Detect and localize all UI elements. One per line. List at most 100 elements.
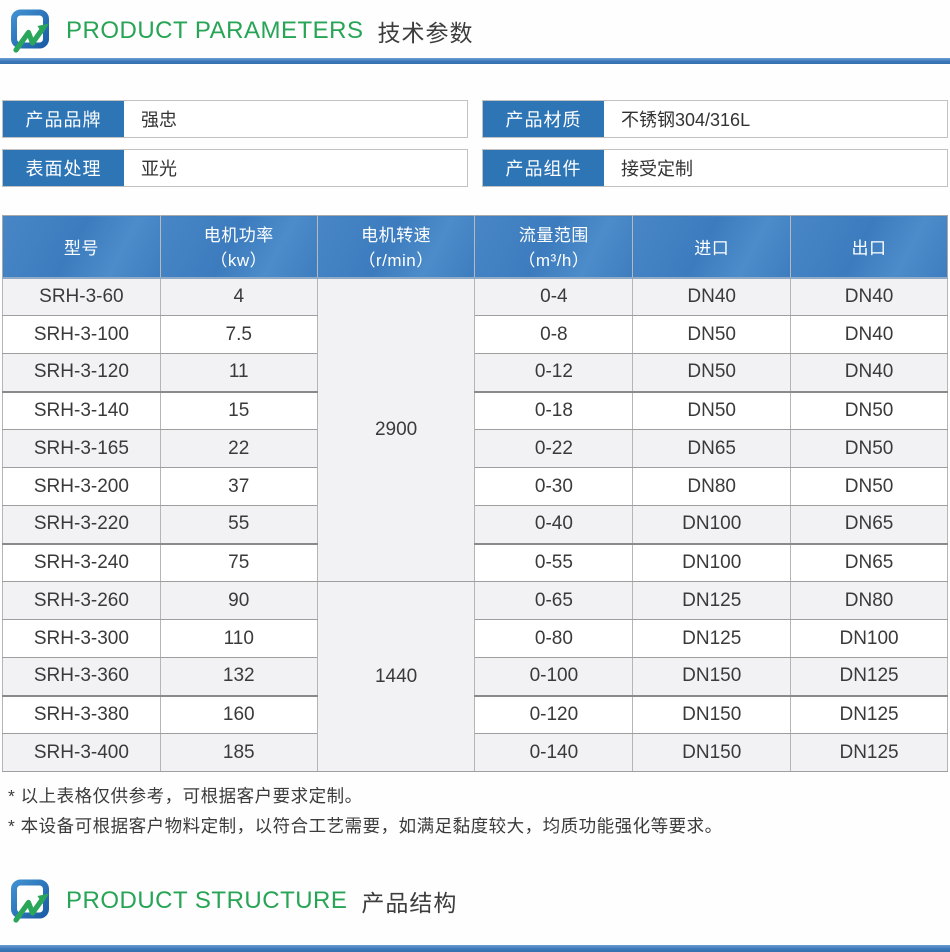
cell-outlet: DN80: [791, 582, 948, 620]
cell-inlet: DN50: [633, 316, 791, 354]
cell-power: 22: [160, 430, 317, 468]
param-box-component: 产品组件 接受定制: [482, 149, 948, 187]
footnote: * 本设备可根据客户物料定制，以符合工艺需要，如满足黏度较大，均质功能强化等要求…: [8, 811, 950, 841]
cell-speed: 1440: [317, 582, 475, 772]
table-row: SRH-3-3801600-120DN150DN125: [3, 696, 948, 734]
table-row: SRH-3-140150-18DN50DN50: [3, 392, 948, 430]
param-value: 强忠: [124, 101, 467, 137]
cell-inlet: DN65: [633, 430, 791, 468]
page: PRODUCT PARAMETERS 技术参数 产品品牌 强忠 产品材质 不锈钢…: [0, 0, 950, 952]
footnotes: * 以上表格仅供参考，可根据客户要求定制。 * 本设备可根据客户物料定制，以符合…: [8, 781, 950, 841]
spec-table-head: 型号电机功率（kw）电机转速（r/min）流量范围（m³/h）进口出口: [3, 216, 948, 278]
cell-flow: 0-40: [475, 506, 633, 544]
cell-flow: 0-8: [475, 316, 633, 354]
param-label: 产品组件: [483, 150, 604, 186]
section-title-cn: 产品结构: [361, 884, 457, 918]
cell-model: SRH-3-220: [3, 506, 161, 544]
cell-power: 110: [160, 620, 317, 658]
cell-outlet: DN125: [791, 696, 948, 734]
cell-flow: 0-140: [475, 734, 633, 772]
cell-inlet: DN125: [633, 582, 791, 620]
cell-model: SRH-3-400: [3, 734, 161, 772]
section-title-en: PRODUCT STRUCTURE: [66, 887, 347, 915]
cell-inlet: DN40: [633, 278, 791, 316]
cell-inlet: DN150: [633, 734, 791, 772]
param-value: 亚光: [124, 150, 467, 186]
table-row: SRH-3-16522 0-22DN65DN50: [3, 430, 948, 468]
table-row: SRH-3-60429000-4DN40DN40: [3, 278, 948, 316]
cell-flow: 0-30: [475, 468, 633, 506]
param-grid: 产品品牌 强忠 产品材质 不锈钢304/316L 表面处理 亚光 产品组件 接受…: [2, 100, 948, 187]
column-header: 出口: [791, 216, 948, 278]
section-header-structure: PRODUCT STRUCTURE 产品结构: [0, 870, 950, 924]
cell-outlet: DN100: [791, 620, 948, 658]
cell-model: SRH-3-120: [3, 354, 161, 392]
cell-outlet: DN50: [791, 430, 948, 468]
cell-inlet: DN50: [633, 354, 791, 392]
cell-flow: 0-120: [475, 696, 633, 734]
cell-model: SRH-3-380: [3, 696, 161, 734]
param-value: 接受定制: [604, 150, 947, 186]
cell-outlet: DN65: [791, 544, 948, 582]
table-row: SRH-3-24075 0-55DN100DN65: [3, 544, 948, 582]
cell-flow: 0-65: [475, 582, 633, 620]
table-row: SRH-3-200370-30DN80DN50: [3, 468, 948, 506]
cell-outlet: DN125: [791, 658, 948, 696]
cell-outlet: DN65: [791, 506, 948, 544]
cell-model: SRH-3-260: [3, 582, 161, 620]
cell-model: SRH-3-140: [3, 392, 161, 430]
header-divider: [0, 58, 950, 64]
cell-outlet: DN125: [791, 734, 948, 772]
param-label: 产品材质: [483, 101, 604, 137]
cell-flow: 0-100: [475, 658, 633, 696]
cell-power: 55: [160, 506, 317, 544]
cell-flow: 0-12: [475, 354, 633, 392]
param-box-brand: 产品品牌 强忠: [2, 100, 468, 138]
cell-outlet: DN50: [791, 392, 948, 430]
cell-model: SRH-3-360: [3, 658, 161, 696]
cell-model: SRH-3-200: [3, 468, 161, 506]
cell-power: 4: [160, 278, 317, 316]
cell-power: 11: [160, 354, 317, 392]
table-row: SRH-3-120110-12DN50DN40: [3, 354, 948, 392]
column-header: 型号: [3, 216, 161, 278]
section-title-cn: 技术参数: [377, 14, 473, 48]
table-row: SRH-3-2609014400-65DN125DN80: [3, 582, 948, 620]
column-header: 进口: [633, 216, 791, 278]
brand-logo-icon: [10, 9, 52, 53]
cell-outlet: DN40: [791, 278, 948, 316]
param-box-material: 产品材质 不锈钢304/316L: [482, 100, 948, 138]
table-row: SRH-3-22055 0-40DN100DN65: [3, 506, 948, 544]
param-box-surface: 表面处理 亚光: [2, 149, 468, 187]
cell-inlet: DN80: [633, 468, 791, 506]
table-row: SRH-3-1007.50-8DN50DN40: [3, 316, 948, 354]
column-header: 电机功率（kw）: [160, 216, 317, 278]
cell-inlet: DN150: [633, 658, 791, 696]
spec-table-body: SRH-3-60429000-4DN40DN40SRH-3-1007.50-8D…: [3, 278, 948, 772]
cell-inlet: DN50: [633, 392, 791, 430]
cell-flow: 0-22: [475, 430, 633, 468]
cell-model: SRH-3-240: [3, 544, 161, 582]
cell-power: 7.5: [160, 316, 317, 354]
cell-flow: 0-55: [475, 544, 633, 582]
cell-power: 15: [160, 392, 317, 430]
cell-power: 90: [160, 582, 317, 620]
cell-inlet: DN125: [633, 620, 791, 658]
table-row: SRH-3-3601320-100DN150DN125: [3, 658, 948, 696]
table-row: SRH-3-4001850-140DN150DN125: [3, 734, 948, 772]
param-label: 表面处理: [3, 150, 124, 186]
footnote: * 以上表格仅供参考，可根据客户要求定制。: [8, 781, 950, 811]
cell-model: SRH-3-165: [3, 430, 161, 468]
cell-inlet: DN100: [633, 506, 791, 544]
section-title-en: PRODUCT PARAMETERS: [66, 17, 363, 45]
spec-table: 型号电机功率（kw）电机转速（r/min）流量范围（m³/h）进口出口 SRH-…: [2, 215, 948, 772]
cell-model: SRH-3-300: [3, 620, 161, 658]
cell-model: SRH-3-100: [3, 316, 161, 354]
brand-logo-icon: [10, 879, 52, 923]
cell-power: 160: [160, 696, 317, 734]
cell-flow: 0-80: [475, 620, 633, 658]
bottom-divider: [0, 945, 950, 952]
cell-power: 75: [160, 544, 317, 582]
cell-inlet: DN100: [633, 544, 791, 582]
section-header-parameters: PRODUCT PARAMETERS 技术参数: [0, 0, 950, 54]
